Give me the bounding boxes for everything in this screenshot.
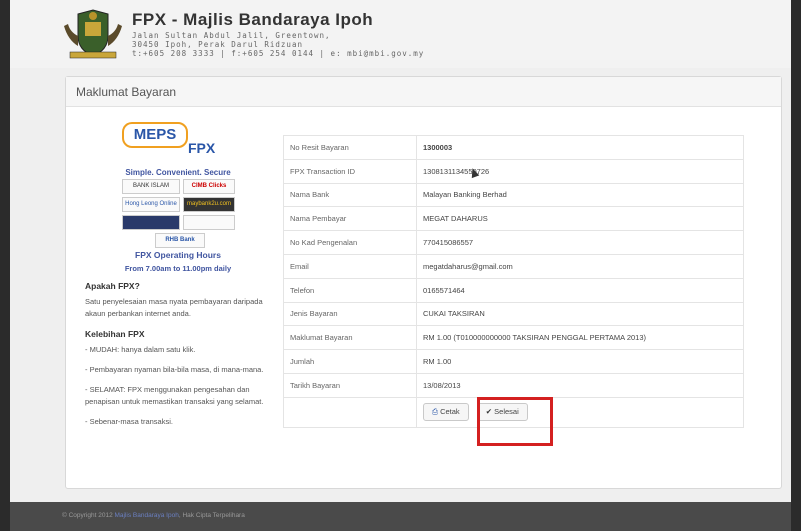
row-value: MEGAT DAHARUS [416,206,744,232]
footer-link[interactable]: Majlis Bandaraya Ipoh [115,512,179,519]
print-button-label: Cetak [440,407,460,417]
row-label: Telefon [283,277,417,303]
contact-line: t:+605 208 3333 | f:+605 254 0144 | e: m… [132,49,425,58]
print-icon: ⎙ [432,407,438,417]
row-value: 1308131134550726 [416,158,744,184]
row-value: CUKAI TAKSIRAN [416,301,744,327]
row-label: Tarikh Bayaran [283,372,417,398]
table-row: Tarikh Bayaran 13/08/2013 [283,372,744,398]
row-value: 770415086557 [416,230,744,255]
table-row: FPX Transaction ID 1308131134550726 [283,158,744,184]
site-header: FPX - Majlis Bandaraya Ipoh Jalan Sultan… [10,0,791,68]
table-row: Telefon 0165571464 [283,277,744,303]
copyright-text: © Copyright 2012 [62,512,113,519]
table-row: No Resit Bayaran 1300003 [283,135,744,160]
city-crest-logo [64,9,122,59]
bank-logo [183,215,235,230]
rights-text: Hak Cipta Terpelihara [182,512,245,519]
row-label: Nama Bank [283,182,417,208]
fpx-label: FPX [188,140,216,156]
site-footer: © Copyright 2012 Majlis Bandaraya Ipoh, … [10,502,791,531]
benefit-item: - Pembayaran nyaman bila-bila masa, di m… [85,365,264,374]
row-label: FPX Transaction ID [283,158,417,184]
bank-logos: BANK ISLAM CIMB Clicks Hong Leong Online… [122,179,238,251]
highlight-box [477,397,553,446]
page: FPX - Majlis Bandaraya Ipoh Jalan Sultan… [10,0,791,531]
fpx-hours-title: FPX Operating Hours [135,250,221,260]
screen-frame-right [791,0,801,531]
row-value: RM 1.00 [416,349,744,374]
row-label: Maklumat Bayaran [283,325,417,351]
print-button[interactable]: ⎙ Cetak [423,403,469,422]
row-label: Jenis Bayaran [283,301,417,327]
bank-logo: RHB Bank [155,233,205,248]
row-label [283,396,417,428]
table-row: Email megatdaharus@gmail.com [283,253,744,279]
address-line-1: Jalan Sultan Abdul Jalil, Greentown, [132,31,331,40]
bank-logo: maybank2u.com [183,197,235,212]
row-value: 13/08/2013 [416,372,744,398]
row-label: No Resit Bayaran [283,135,417,160]
what-is-fpx-heading: Apakah FPX? [85,281,140,291]
bank-logo [122,215,180,230]
table-row: Nama Bank Malayan Banking Berhad [283,182,744,208]
benefit-item: - MUDAH: hanya dalam satu klik. [85,345,196,354]
row-value: Malayan Banking Berhad [416,182,744,208]
table-row: Jenis Bayaran CUKAI TAKSIRAN [283,301,744,327]
benefit-item: - Sebenar-masa transaksi. [85,417,173,426]
bank-logo: CIMB Clicks [183,179,235,194]
fpx-benefits-heading: Kelebihan FPX [85,329,145,339]
row-value: 1300003 [416,135,744,160]
benefit-item: - SELAMAT: FPX menggunakan pengesahan da… [85,385,264,406]
fpx-tagline: Simple. Convenient. Secure [125,168,231,177]
org-title: FPX - Majlis Bandaraya Ipoh [132,10,374,29]
fpx-hours-detail: From 7.00am to 11.00pm daily [124,264,232,273]
footer-text: © Copyright 2012 Majlis Bandaraya Ipoh, … [62,512,245,519]
table-row: Nama Pembayar MEGAT DAHARUS [283,206,744,232]
bank-logo: Hong Leong Online [122,197,180,212]
payment-details-table: No Resit Bayaran 1300003 FPX Transaction … [283,135,744,428]
action-cell: ⎙ Cetak ✔ Selesai [416,396,744,428]
panel-title: Maklumat Bayaran [66,77,781,107]
table-row: Maklumat Bayaran RM 1.00 (T010000000000 T… [283,325,744,351]
row-label: No Kad Pengenalan [283,230,417,255]
bank-logo: BANK ISLAM [122,179,180,194]
table-row: No Kad Pengenalan 770415086557 [283,230,744,255]
table-row: Jumlah RM 1.00 [283,349,744,374]
row-label: Email [283,253,417,279]
meps-fpx-logo: MEPS FPX [122,120,232,166]
row-value: 0165571464 [416,277,744,303]
row-value: megatdaharus@gmail.com [416,253,744,279]
row-label: Nama Pembayar [283,206,417,232]
row-value: RM 1.00 (T010000000000 TAKSIRAN PENGGAL … [416,325,744,351]
screen-frame-left [0,0,10,531]
row-label: Jumlah [283,349,417,374]
meps-label: MEPS [122,122,188,148]
address-line-2: 30450 Ipoh, Perak Darul Ridzuan [132,40,303,49]
fpx-info: Apakah FPX? Satu penyelesaian masa nyata… [85,278,275,436]
what-is-fpx-text: Satu penyelesaian masa nyata pembayaran … [85,297,263,318]
